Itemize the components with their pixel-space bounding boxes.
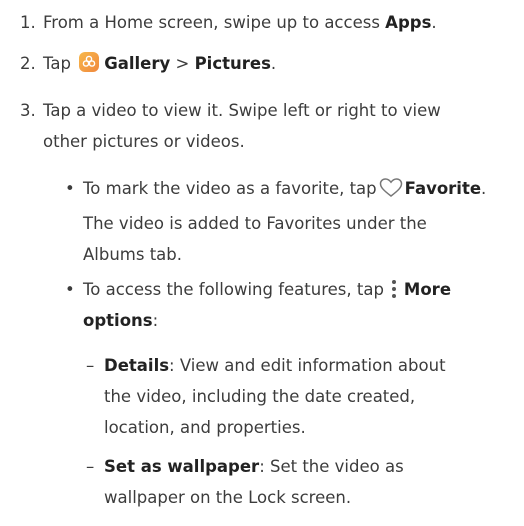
bullet-1-period: . [481, 179, 487, 198]
sub-item-text: Details: View and edit information about… [104, 350, 446, 443]
step-text: From a Home screen, swipe up to access A… [43, 7, 437, 38]
step-text: Tap Gallery > Pictures. [43, 48, 276, 79]
bullet-2-colon: : [152, 311, 159, 330]
sub-1-line-1: Details: View and edit information about [104, 350, 446, 381]
bullet-2-line-1: To access the following features, tap Mor… [83, 274, 451, 305]
bullet-text: To mark the video as a favorite, tap Favo… [83, 173, 486, 270]
more-label: More [403, 280, 452, 299]
step-2-period: . [270, 54, 277, 73]
options-label: options [83, 311, 153, 330]
sub-2-line-1: Set as wallpaper: Set the video as [104, 451, 404, 482]
breadcrumb-separator: > [170, 54, 195, 73]
gallery-label: Gallery [104, 54, 171, 73]
step-1-period: . [431, 13, 437, 32]
step-text: Tap a video to view it. Swipe left or ri… [43, 95, 441, 157]
bullet-marker: • [65, 179, 75, 198]
heart-icon [379, 177, 403, 208]
dash-marker: – [86, 457, 95, 476]
more-options-icon [390, 280, 398, 298]
sub-item-text: Set as wallpaper: Set the video as wallp… [104, 451, 404, 513]
bullet-2-text: To access the following features, tap [83, 280, 384, 299]
details-label: Details [104, 356, 170, 375]
step-3-line-2: other pictures or videos. [43, 132, 245, 151]
sub-2-text: : Set the video as [259, 457, 404, 476]
step-1-text: From a Home screen, swipe up to access [43, 13, 386, 32]
bullet-text: To access the following features, tap Mor… [83, 274, 451, 336]
dash-marker: – [86, 356, 95, 375]
step-2-text: Tap [43, 54, 77, 73]
bullet-1-text: To mark the video as a favorite, tap [83, 179, 377, 198]
apps-label: Apps [385, 13, 432, 32]
sub-2-line-2: wallpaper on the Lock screen. [104, 488, 352, 507]
sub-1-text: : View and edit information about [169, 356, 446, 375]
bullet-1-line-3: Albums tab. [83, 245, 183, 264]
step-3-line-1: Tap a video to view it. Swipe left or ri… [43, 101, 441, 120]
sub-1-line-2: the video, including the date created, [104, 387, 416, 406]
bullet-2-line-2: options: [83, 305, 451, 336]
bullet-1-line-1: To mark the video as a favorite, tap Favo… [83, 173, 486, 208]
favorite-label: Favorite [404, 179, 482, 198]
set-as-wallpaper-label: Set as wallpaper [104, 457, 260, 476]
bullet-1-line-2: The video is added to Favorites under th… [83, 214, 427, 233]
sub-1-line-3: location, and properties. [104, 418, 306, 437]
bullet-marker: • [65, 280, 75, 299]
pictures-label: Pictures [194, 54, 271, 73]
gallery-icon [79, 52, 100, 72]
